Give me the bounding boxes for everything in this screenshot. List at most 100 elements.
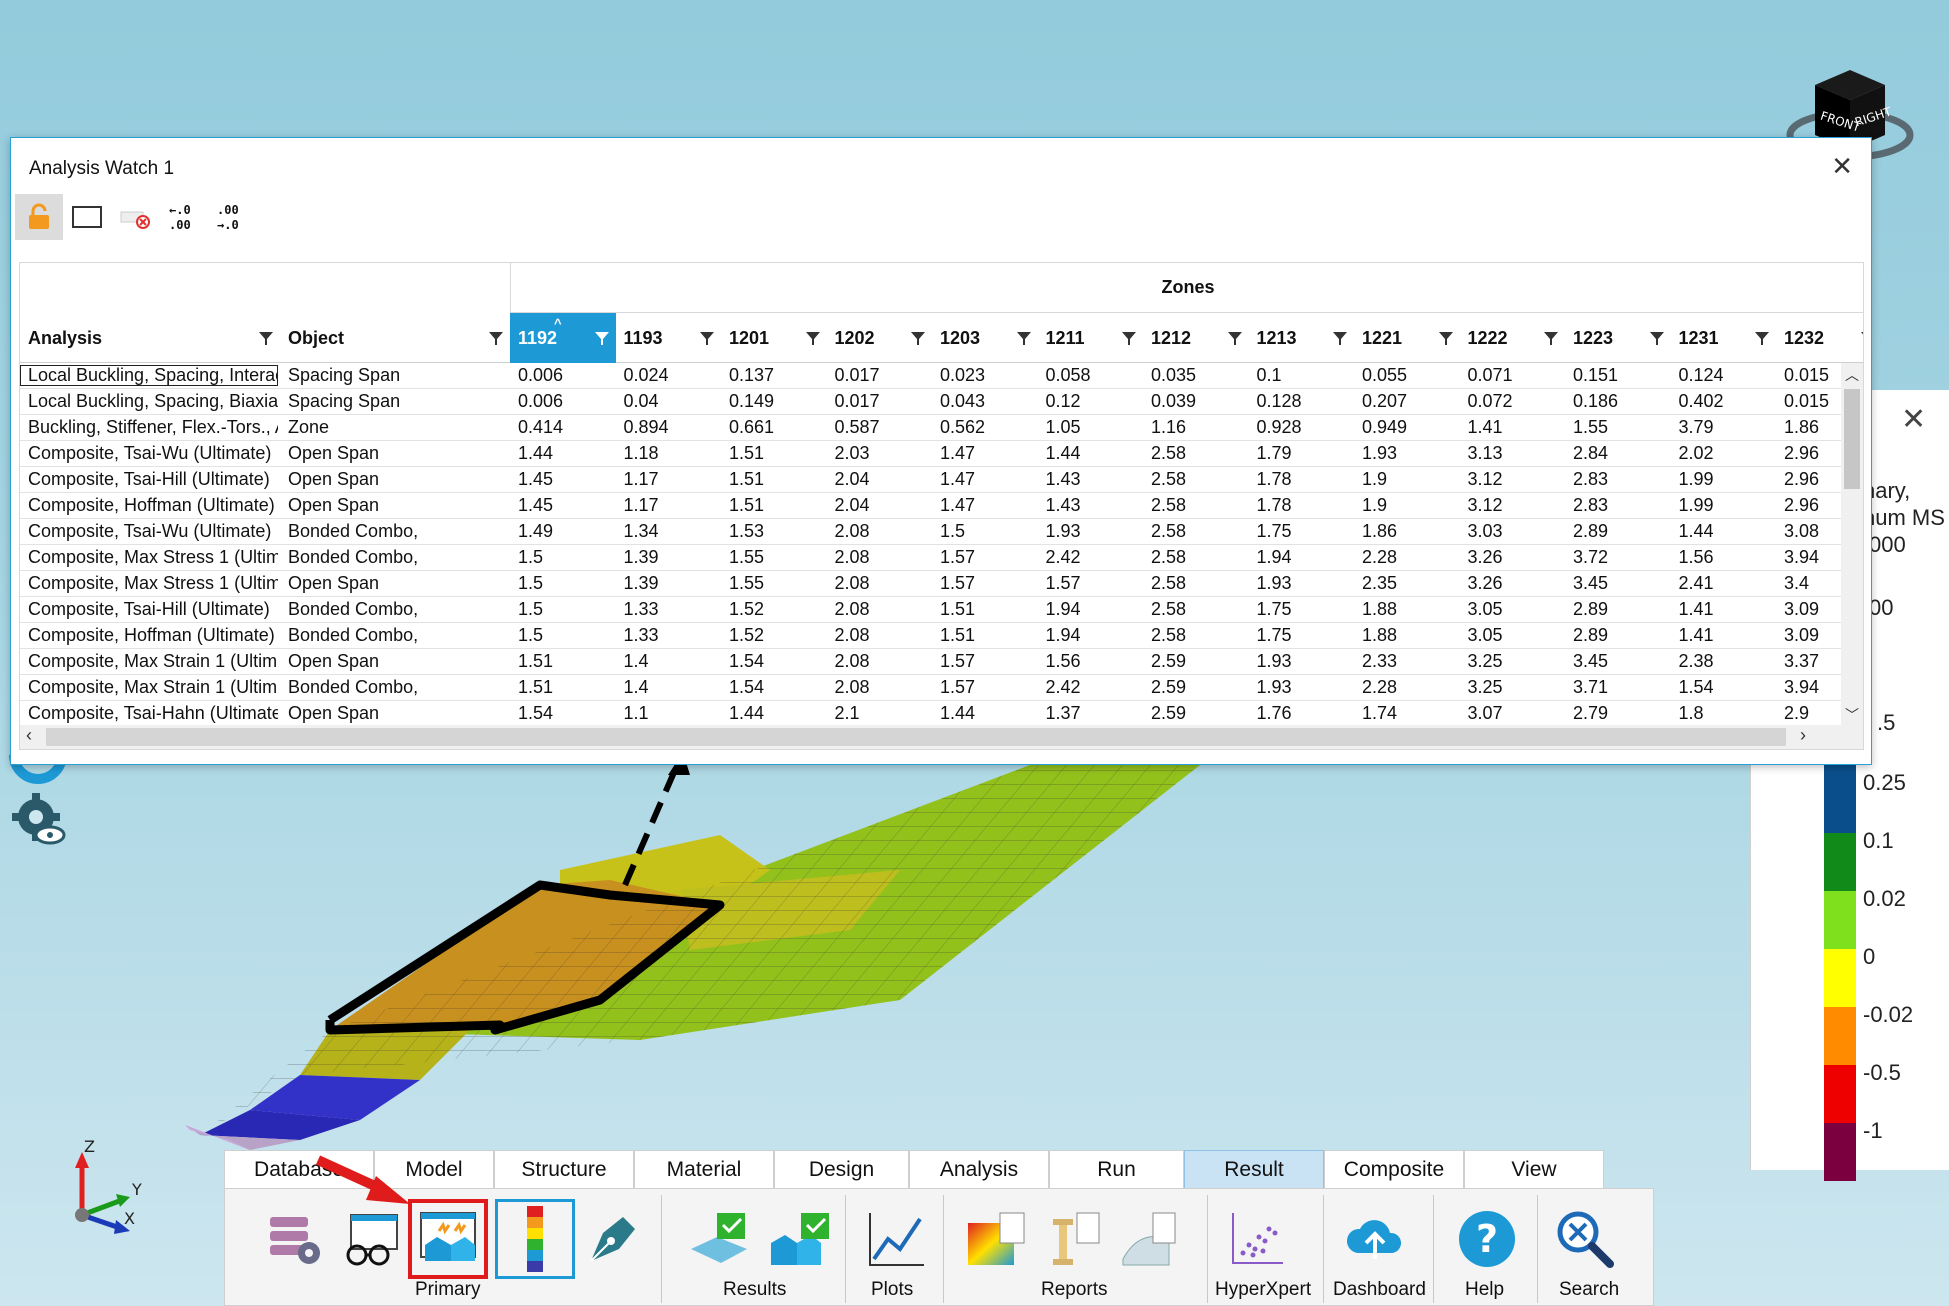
cell-zone-value[interactable]: 2.02 bbox=[1671, 443, 1777, 464]
cell-zone-value[interactable]: 2.41 bbox=[1671, 573, 1777, 594]
cell-zone-value[interactable]: 0.186 bbox=[1565, 391, 1671, 412]
cell-zone-value[interactable]: 1.17 bbox=[616, 469, 722, 490]
cell-zone-value[interactable]: 1.9 bbox=[1354, 495, 1460, 516]
cell-zone-value[interactable]: 2.42 bbox=[1038, 677, 1144, 698]
cell-zone-value[interactable]: 1.41 bbox=[1460, 417, 1566, 438]
cell-zone-value[interactable]: 1.93 bbox=[1038, 521, 1144, 542]
horizontal-scrollbar[interactable]: ‹ › bbox=[20, 725, 1863, 749]
cell-analysis[interactable]: Composite, Hoffman (Ultimate) bbox=[20, 495, 278, 516]
cell-zone-value[interactable]: 2.04 bbox=[827, 495, 933, 516]
cell-zone-value[interactable]: 1.9 bbox=[1354, 469, 1460, 490]
cell-zone-value[interactable]: 2.59 bbox=[1143, 651, 1249, 672]
results-tool-1[interactable] bbox=[680, 1199, 760, 1279]
cell-zone-value[interactable]: 0.017 bbox=[827, 391, 933, 412]
cell-zone-value[interactable]: 3.45 bbox=[1565, 651, 1671, 672]
filter-icon[interactable] bbox=[1121, 330, 1137, 346]
cell-zone-value[interactable]: 1.52 bbox=[721, 625, 827, 646]
cell-zone-value[interactable]: 1.33 bbox=[616, 599, 722, 620]
column-header-zone-1192[interactable]: 1192 ^ bbox=[510, 313, 616, 363]
cell-analysis[interactable]: Composite, Max Stress 1 (Ultimate) bbox=[20, 573, 278, 594]
cell-zone-value[interactable]: 1.93 bbox=[1249, 573, 1355, 594]
cell-zone-value[interactable]: 0.1 bbox=[1249, 365, 1355, 386]
filter-icon[interactable] bbox=[805, 330, 821, 346]
cell-zone-value[interactable]: 1.33 bbox=[616, 625, 722, 646]
cell-zone-value[interactable]: 1.41 bbox=[1671, 625, 1777, 646]
cell-zone-value[interactable]: 2.58 bbox=[1143, 547, 1249, 568]
filter-icon[interactable] bbox=[1227, 330, 1243, 346]
legend-close-icon[interactable]: ✕ bbox=[1901, 402, 1926, 437]
cell-zone-value[interactable]: 1.55 bbox=[721, 547, 827, 568]
cell-zone-value[interactable]: 0.587 bbox=[827, 417, 933, 438]
cell-zone-value[interactable]: 1.47 bbox=[932, 469, 1038, 490]
cell-zone-value[interactable]: 0.149 bbox=[721, 391, 827, 412]
cell-zone-value[interactable]: 1.41 bbox=[1671, 599, 1777, 620]
cell-zone-value[interactable]: 2.33 bbox=[1354, 651, 1460, 672]
cell-zone-value[interactable]: 1.75 bbox=[1249, 521, 1355, 542]
cell-object[interactable]: Zone bbox=[280, 417, 508, 438]
cell-analysis[interactable]: Composite, Max Strain 1 (Ultimate) bbox=[20, 677, 278, 698]
cell-zone-value[interactable]: 1.51 bbox=[721, 469, 827, 490]
cell-zone-value[interactable]: 1.57 bbox=[1038, 573, 1144, 594]
cell-zone-value[interactable]: 0.04 bbox=[616, 391, 722, 412]
cell-analysis[interactable]: Composite, Tsai-Wu (Ultimate) bbox=[20, 521, 278, 542]
cell-zone-value[interactable]: 1.49 bbox=[510, 521, 616, 542]
table-row[interactable]: Composite, Max Stress 1 (Ultimate)Open S… bbox=[20, 571, 1845, 597]
cell-zone-value[interactable]: 1.78 bbox=[1249, 495, 1355, 516]
cell-zone-value[interactable]: 1.94 bbox=[1038, 625, 1144, 646]
cell-zone-value[interactable]: 0.055 bbox=[1354, 365, 1460, 386]
cell-zone-value[interactable]: 3.25 bbox=[1460, 651, 1566, 672]
table-row[interactable]: Composite, Hoffman (Ultimate) Open Span 1.… bbox=[20, 493, 1845, 519]
cell-zone-value[interactable]: 0.024 bbox=[616, 365, 722, 386]
tab-result[interactable]: Result bbox=[1184, 1150, 1324, 1188]
cell-zone-value[interactable]: 0.402 bbox=[1671, 391, 1777, 412]
cell-zone-value[interactable]: 1.39 bbox=[616, 573, 722, 594]
cell-zone-value[interactable]: 2.89 bbox=[1565, 625, 1671, 646]
cell-zone-value[interactable]: 1.5 bbox=[510, 547, 616, 568]
cell-zone-value[interactable]: 0.928 bbox=[1249, 417, 1355, 438]
annotate-tool-button[interactable] bbox=[573, 1199, 653, 1279]
cell-object[interactable]: Bonded Combo, bbox=[280, 547, 508, 568]
cell-zone-value[interactable]: 1.05 bbox=[1038, 417, 1144, 438]
cell-zone-value[interactable]: 1.54 bbox=[721, 651, 827, 672]
table-row[interactable]: Composite, Tsai-Wu (Ultimate) Bonded Comb… bbox=[20, 519, 1845, 545]
column-header-zone-1203[interactable]: 1203 bbox=[932, 313, 1038, 363]
column-header-zone-1221[interactable]: 1221 bbox=[1354, 313, 1460, 363]
settings-view-icon[interactable] bbox=[8, 789, 70, 851]
cell-zone-value[interactable]: 1.17 bbox=[616, 495, 722, 516]
results-tool-2[interactable] bbox=[760, 1199, 840, 1279]
cell-zone-value[interactable]: 1.43 bbox=[1038, 469, 1144, 490]
cell-analysis[interactable]: Composite, Hoffman (Ultimate) bbox=[20, 625, 278, 646]
cell-zone-value[interactable]: 1.57 bbox=[932, 573, 1038, 594]
cell-object[interactable]: Open Span bbox=[280, 651, 508, 672]
cell-zone-value[interactable]: 1.99 bbox=[1671, 469, 1777, 490]
cell-zone-value[interactable]: 1.47 bbox=[932, 443, 1038, 464]
report-tool-3[interactable] bbox=[1109, 1199, 1189, 1279]
cell-zone-value[interactable]: 3.13 bbox=[1460, 443, 1566, 464]
cell-zone-value[interactable]: 1.5 bbox=[510, 625, 616, 646]
cell-zone-value[interactable]: 3.12 bbox=[1460, 495, 1566, 516]
cell-zone-value[interactable]: 1.86 bbox=[1354, 521, 1460, 542]
cell-zone-value[interactable]: 0.137 bbox=[721, 365, 827, 386]
lock-button[interactable] bbox=[15, 194, 63, 240]
cell-zone-value[interactable]: 2.42 bbox=[1038, 547, 1144, 568]
cell-analysis[interactable]: Composite, Max Strain 1 (Ultimate) bbox=[20, 651, 278, 672]
tab-view[interactable]: View bbox=[1464, 1150, 1604, 1188]
cell-zone-value[interactable]: 1.53 bbox=[721, 521, 827, 542]
help-button[interactable]: ? bbox=[1447, 1199, 1527, 1279]
vertical-scroll-thumb[interactable] bbox=[1844, 389, 1860, 489]
tab-structure[interactable]: Structure bbox=[494, 1150, 634, 1188]
cell-object[interactable]: Bonded Combo, bbox=[280, 625, 508, 646]
cell-zone-value[interactable]: 1.56 bbox=[1038, 651, 1144, 672]
cell-object[interactable]: Bonded Combo, bbox=[280, 521, 508, 542]
cell-zone-value[interactable]: 2.79 bbox=[1565, 703, 1671, 724]
cell-zone-value[interactable]: 1.93 bbox=[1249, 677, 1355, 698]
search-button[interactable] bbox=[1545, 1199, 1625, 1279]
cell-zone-value[interactable]: 1.4 bbox=[616, 651, 722, 672]
hyperxpert-button[interactable] bbox=[1217, 1199, 1297, 1279]
cell-zone-value[interactable]: 2.58 bbox=[1143, 443, 1249, 464]
cell-zone-value[interactable]: 2.83 bbox=[1565, 469, 1671, 490]
cell-zone-value[interactable]: 2.58 bbox=[1143, 469, 1249, 490]
cell-zone-value[interactable]: 0.071 bbox=[1460, 365, 1566, 386]
cell-zone-value[interactable]: 1.44 bbox=[932, 703, 1038, 724]
cell-zone-value[interactable]: 2.08 bbox=[827, 547, 933, 568]
